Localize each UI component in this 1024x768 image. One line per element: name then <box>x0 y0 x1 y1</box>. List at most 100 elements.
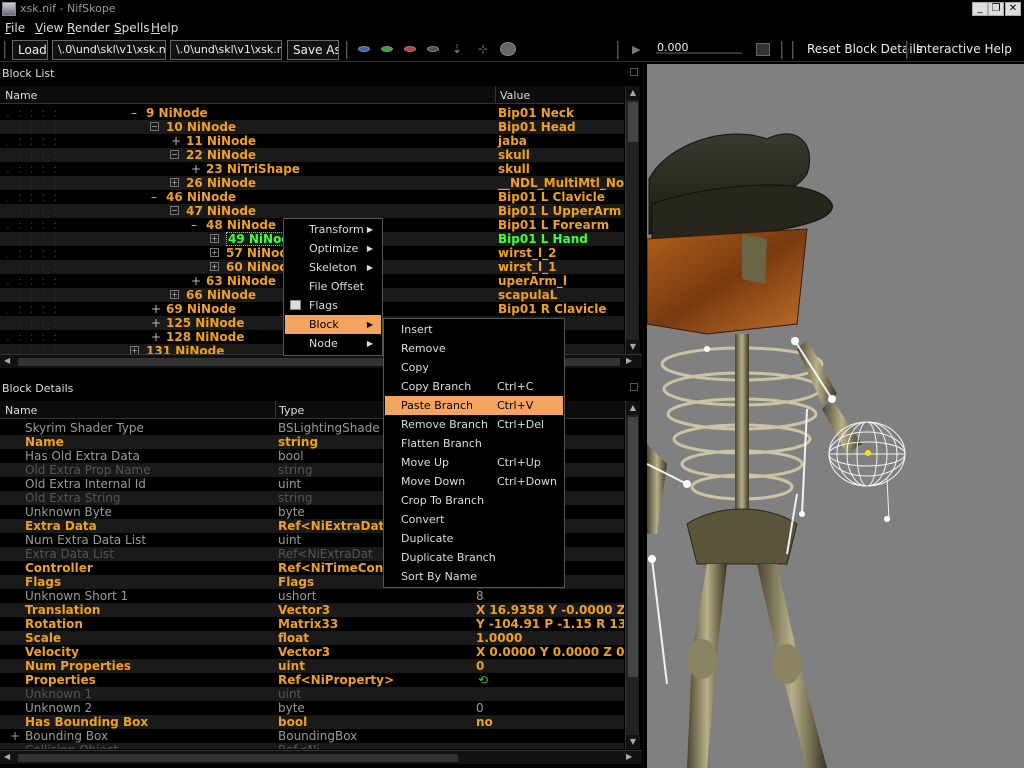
reset-block-details-button[interactable]: Reset Block Details <box>807 42 922 56</box>
expand-icon[interactable]: + <box>171 134 181 148</box>
expand-icon[interactable]: + <box>210 248 219 257</box>
detail-value[interactable]: Y -104.91 P -1.15 R 13. <box>476 617 624 631</box>
hscroll-thumb[interactable] <box>18 754 458 762</box>
scroll-right-icon[interactable]: ▶ <box>626 356 632 365</box>
eye-red-icon[interactable] <box>404 46 416 52</box>
tree-row[interactable]: . : : : : −22 NiNode skull <box>0 148 624 162</box>
detail-row[interactable]: Velocity Vector3 X 0.0000 Y 0.0000 Z 0.0 <box>0 645 624 659</box>
tree-row[interactable]: . : : : : −10 NiNode Bip01 Head <box>0 120 624 134</box>
expand-icon[interactable]: + <box>151 316 161 330</box>
block-menu-item[interactable]: Remove <box>385 339 563 358</box>
expand-icon[interactable]: + <box>191 274 201 288</box>
expand-icon[interactable]: + <box>151 302 161 316</box>
eye-green-icon[interactable] <box>381 46 393 52</box>
block-menu-item[interactable]: Crop To Branch <box>385 491 563 510</box>
scroll-up-icon[interactable]: ▲ <box>626 401 640 415</box>
detail-row[interactable]: Unknown 1 uint <box>0 687 624 701</box>
collapse-icon[interactable]: – <box>191 218 197 232</box>
tree-row[interactable]: . : : : : +11 NiNode jaba <box>0 134 624 148</box>
block-details-scrollbar[interactable]: ▲ ▼ <box>625 401 640 749</box>
block-menu-item[interactable]: Convert <box>385 510 563 529</box>
context-menu-item[interactable]: Block ▶ <box>285 315 381 334</box>
scroll-left-icon[interactable]: ◀ <box>4 356 10 365</box>
block-menu-item[interactable]: Copy Branch Ctrl+C <box>385 377 563 396</box>
context-menu-item[interactable]: Skeleton ▶ <box>285 258 381 277</box>
menu-view[interactable]: View <box>35 21 63 35</box>
detail-row[interactable]: Num Properties uint 0 <box>0 659 624 673</box>
detail-row[interactable]: + Bounding Box BoundingBox <box>0 729 624 743</box>
block-menu-item[interactable]: Insert <box>385 320 563 339</box>
dock-float-icon[interactable] <box>630 68 638 76</box>
scroll-up-icon[interactable]: ▲ <box>626 86 640 100</box>
expand-icon[interactable]: + <box>130 346 139 354</box>
skeleton-icon[interactable]: ⇣ <box>452 42 462 56</box>
block-menu-item[interactable]: Move Down Ctrl+Down <box>385 472 563 491</box>
collapse-icon[interactable]: − <box>170 150 179 159</box>
column-type[interactable]: Type <box>279 404 304 417</box>
context-menu-item[interactable]: Optimize ▶ <box>285 239 381 258</box>
dock-float-icon[interactable] <box>630 383 638 391</box>
tree-row[interactable]: . : : : : +23 NiTriShape skull <box>0 162 624 176</box>
tree-row[interactable]: . : : : : −47 NiNode Bip01 L UpperArm <box>0 204 624 218</box>
menu-render[interactable]: Render <box>67 21 110 35</box>
link-icon[interactable]: ⟲ <box>478 673 488 687</box>
collapse-icon[interactable]: − <box>170 206 179 215</box>
expand-icon[interactable]: + <box>210 234 219 243</box>
eye-dark-icon[interactable] <box>427 46 439 52</box>
expand-icon[interactable]: + <box>170 178 179 187</box>
block-menu-item[interactable]: Sort By Name <box>385 567 563 586</box>
detail-row[interactable]: Translation Vector3 X 16.9358 Y -0.0000 Z … <box>0 603 624 617</box>
scroll-down-icon[interactable]: ▼ <box>626 340 640 354</box>
detail-value[interactable]: X 0.0000 Y 0.0000 Z 0.0 <box>476 645 624 659</box>
eye-blue-icon[interactable] <box>358 46 370 52</box>
context-menu-item[interactable]: File Offset <box>285 277 381 296</box>
block-menu-item[interactable]: Duplicate Branch <box>385 548 563 567</box>
detail-value[interactable]: 0 <box>476 659 484 673</box>
detail-value[interactable]: 1.0000 <box>476 631 522 645</box>
scroll-thumb[interactable] <box>628 417 638 677</box>
column-name[interactable]: Name <box>5 89 37 102</box>
expand-icon[interactable]: + <box>170 290 179 299</box>
minimize-icon[interactable]: _ <box>972 2 988 16</box>
block-menu-item[interactable]: Copy <box>385 358 563 377</box>
collapse-icon[interactable]: − <box>150 122 159 131</box>
maximize-icon[interactable]: ❐ <box>988 2 1004 16</box>
context-menu-item[interactable]: Node ▶ <box>285 334 381 353</box>
lighting-icon[interactable] <box>500 42 516 56</box>
menu-file[interactable]: File <box>5 21 25 35</box>
detail-row[interactable]: Collision Object Ref<Ni... <box>0 743 624 749</box>
detail-row[interactable]: Rotation Matrix33 Y -104.91 P -1.15 R 13. <box>0 617 624 631</box>
interactive-help-button[interactable]: Interactive Help <box>916 42 1012 56</box>
detail-row[interactable]: Has Bounding Box bool no <box>0 715 624 729</box>
render-viewport[interactable] <box>647 64 1024 768</box>
time-slider[interactable] <box>656 52 742 54</box>
save-path-input[interactable]: \.0\und\skl\v1\xsk.nif <box>170 40 282 60</box>
detail-value[interactable]: no <box>476 715 493 729</box>
expand-icon[interactable]: + <box>10 729 20 743</box>
play-icon[interactable]: ▶ <box>632 43 640 56</box>
block-menu-item[interactable]: Remove Branch Ctrl+Del <box>385 415 563 434</box>
detail-row[interactable]: Properties Ref<NiProperty> ⟲ <box>0 673 624 687</box>
menu-help[interactable]: Help <box>151 21 178 35</box>
axes-icon[interactable]: ⊹ <box>478 42 488 56</box>
scroll-left-icon[interactable]: ◀ <box>4 752 10 761</box>
detail-row[interactable]: Unknown 2 byte 0 <box>0 701 624 715</box>
column-name[interactable]: Name <box>5 404 37 417</box>
menu-spells[interactable]: Spells <box>114 21 150 35</box>
close-icon[interactable]: ✕ <box>1005 2 1021 16</box>
block-menu-item[interactable]: Duplicate <box>385 529 563 548</box>
load-button[interactable]: Load <box>12 40 48 60</box>
tree-row[interactable]: . : : : : –46 NiNode Bip01 L Clavicle <box>0 190 624 204</box>
scroll-right-icon[interactable]: ▶ <box>626 752 632 761</box>
expand-icon[interactable]: + <box>151 330 161 344</box>
detail-value[interactable]: 8 <box>476 589 484 603</box>
load-path-input[interactable]: \.0\und\skl\v1\xsk.nif <box>52 40 166 60</box>
expand-icon[interactable]: + <box>191 162 201 176</box>
block-list-scrollbar[interactable]: ▲ ▼ <box>625 86 640 354</box>
scroll-thumb[interactable] <box>628 102 638 142</box>
collapse-icon[interactable]: – <box>151 190 157 204</box>
detail-value[interactable]: 0 <box>476 701 484 715</box>
tree-row[interactable]: . : : : : +26 NiNode __NDL_MultiMtl_No <box>0 176 624 190</box>
collapse-icon[interactable]: – <box>131 106 137 120</box>
block-menu-item[interactable]: Move Up Ctrl+Up <box>385 453 563 472</box>
